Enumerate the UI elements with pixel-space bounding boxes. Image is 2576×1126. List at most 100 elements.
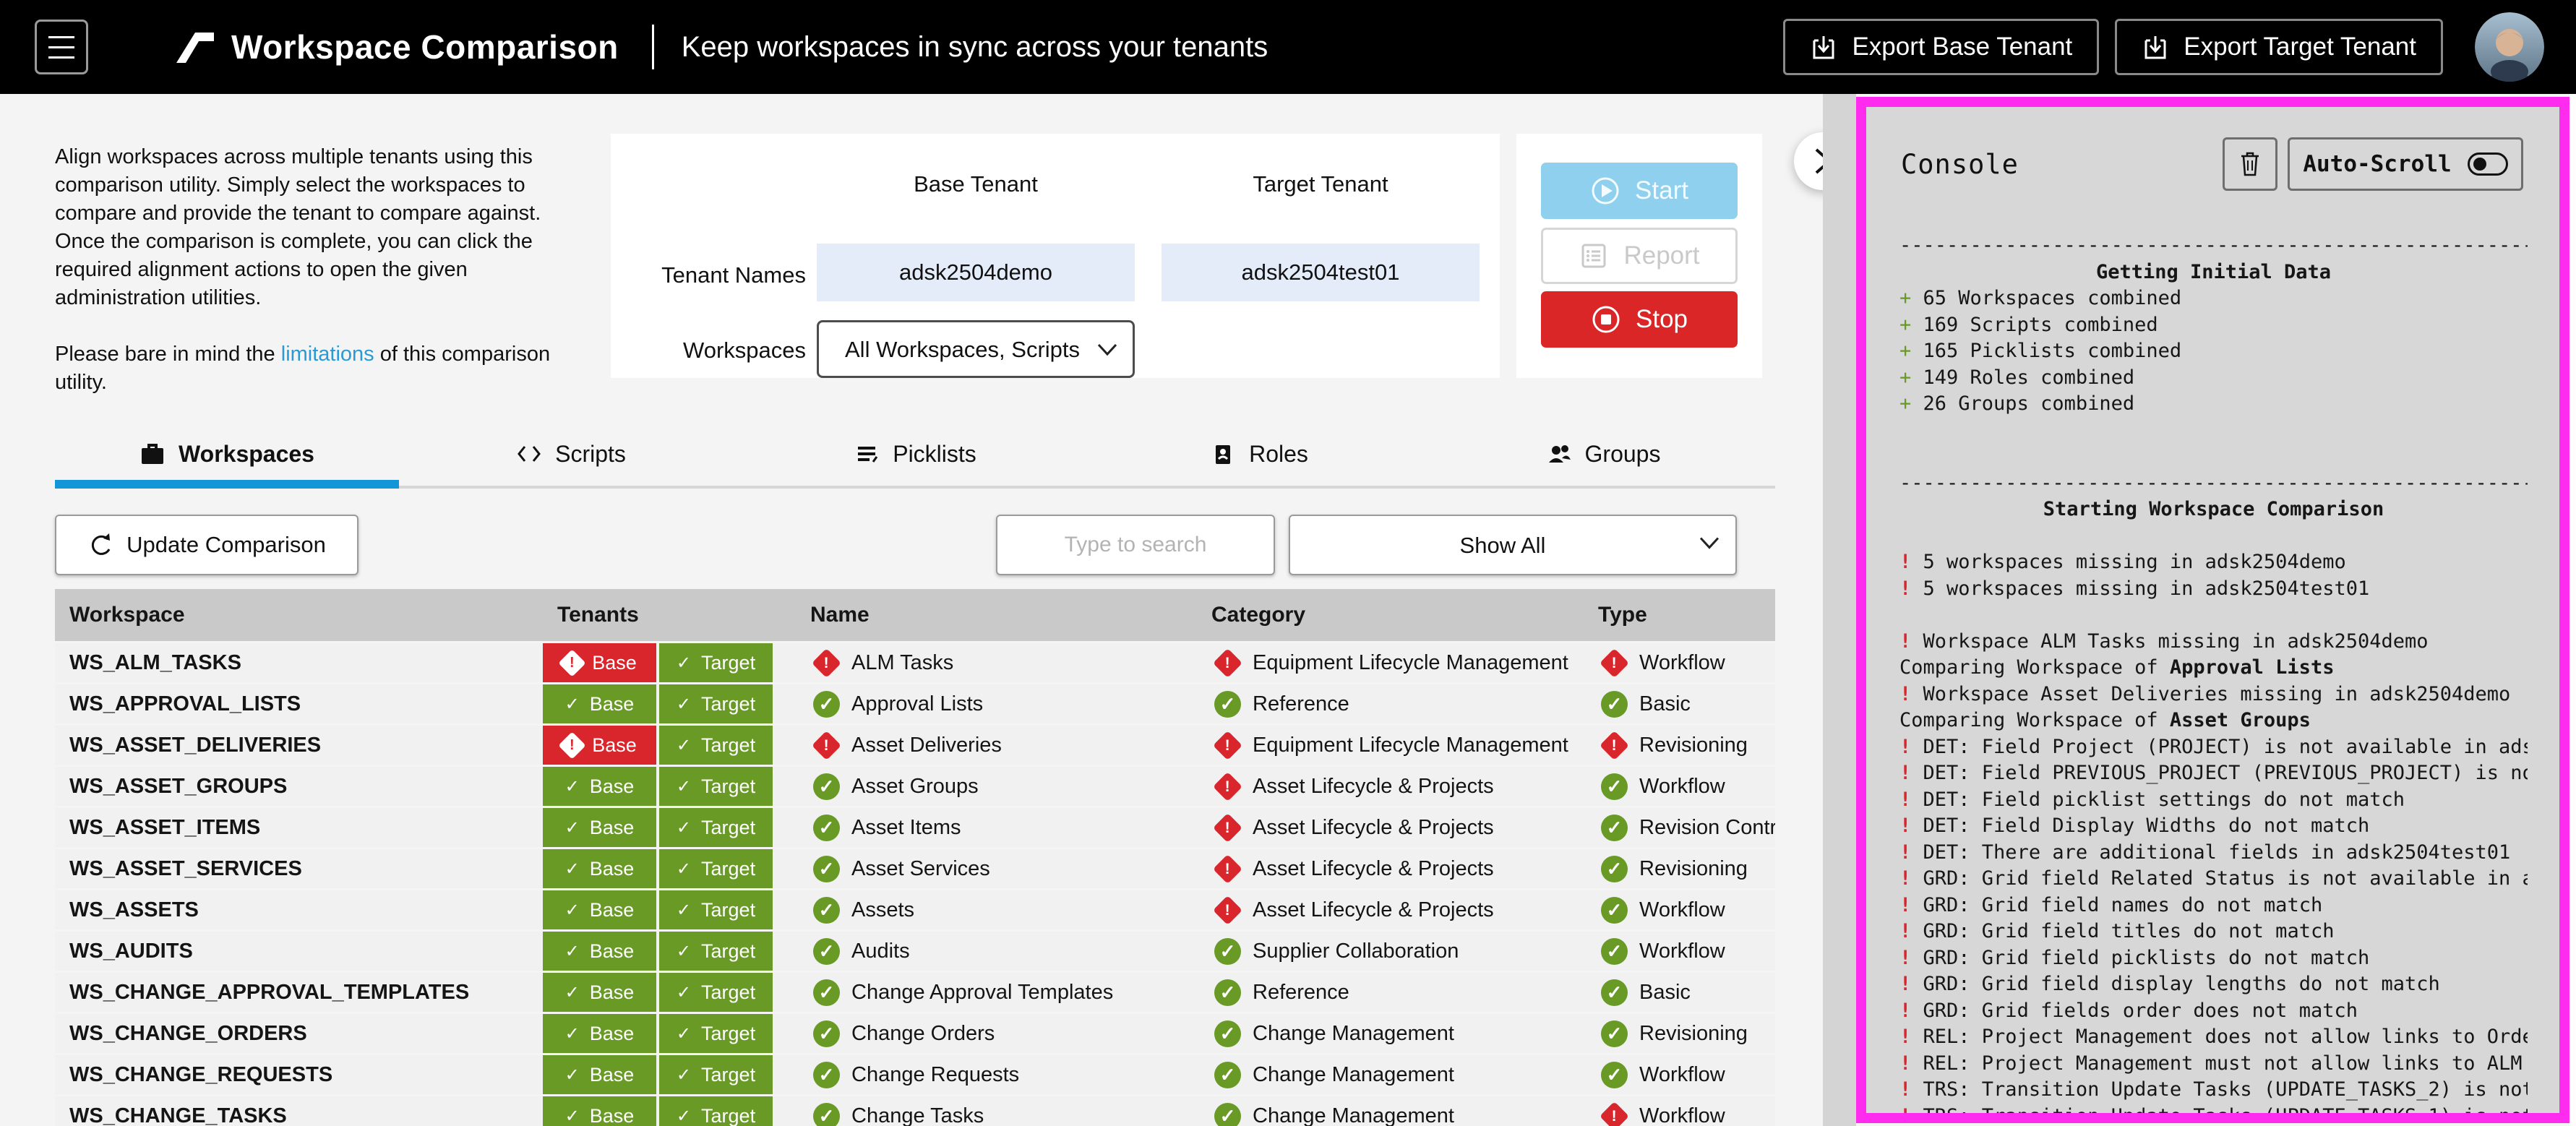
base-tenant-badge: !Base bbox=[543, 726, 656, 765]
stop-button[interactable]: Stop bbox=[1541, 291, 1738, 348]
table-row[interactable]: WS_ASSET_GROUPS✓Base✓Target✓Asset Groups… bbox=[55, 767, 1775, 806]
user-avatar[interactable] bbox=[2475, 12, 2544, 82]
app-subtitle: Keep workspaces in sync across your tena… bbox=[682, 31, 1268, 64]
console-panel: Console Auto-Scroll --------------------… bbox=[1856, 97, 2569, 1123]
active-tab-indicator bbox=[55, 480, 399, 489]
clear-console-button[interactable] bbox=[2223, 137, 2277, 191]
tab-picklists[interactable]: Picklists bbox=[743, 425, 1087, 483]
panel-gutter bbox=[1823, 94, 1856, 1126]
tab-workspaces[interactable]: Workspaces bbox=[55, 425, 399, 483]
table-row[interactable]: WS_ASSET_SERVICES✓Base✓Target✓Asset Serv… bbox=[55, 849, 1775, 888]
table-row[interactable]: WS_ALM_TASKS!Base✓Target!ALM Tasks!Equip… bbox=[55, 643, 1775, 682]
table-row[interactable]: WS_AUDITS✓Base✓Target✓Audits✓Supplier Co… bbox=[55, 932, 1775, 971]
table-row[interactable]: WS_CHANGE_REQUESTS✓Base✓Target✓Change Re… bbox=[55, 1055, 1775, 1094]
entity-tabs: Workspaces Scripts Picklists Roles Group… bbox=[55, 425, 1775, 483]
table-row[interactable]: WS_ASSET_DELIVERIES!Base✓Target!Asset De… bbox=[55, 726, 1775, 765]
tab-groups[interactable]: Groups bbox=[1431, 425, 1775, 483]
base-tenant-badge: ✓Base bbox=[543, 973, 656, 1012]
tenants-cell: ✓Base✓Target bbox=[543, 932, 796, 971]
table-row[interactable]: WS_APPROVAL_LISTS✓Base✓Target✓Approval L… bbox=[55, 684, 1775, 723]
export-target-tenant-button[interactable]: Export Target Tenant bbox=[2115, 19, 2443, 75]
console-line: ! GRD: Grid field titles do not match bbox=[1899, 919, 2528, 945]
export-base-tenant-button[interactable]: Export Base Tenant bbox=[1783, 19, 2099, 75]
status-ok-icon: ✓ bbox=[813, 856, 840, 882]
console-title: Console bbox=[1901, 149, 2019, 180]
console-line: + 65 Workspaces combined bbox=[1899, 285, 2528, 312]
table-row[interactable]: WS_CHANGE_APPROVAL_TEMPLATES✓Base✓Target… bbox=[55, 973, 1775, 1012]
hamburger-menu-button[interactable] bbox=[35, 20, 88, 74]
intro-paragraph: Align workspaces across multiple tenants… bbox=[55, 143, 565, 312]
target-tenant-badge: ✓Target bbox=[659, 808, 773, 847]
base-tenant-column-header: Base Tenant bbox=[817, 171, 1135, 197]
status-error-icon: ! bbox=[1213, 730, 1242, 760]
app-header: Workspace Comparison Keep workspaces in … bbox=[0, 0, 2576, 94]
table-row[interactable]: WS_ASSETS✓Base✓Target✓Assets!Asset Lifec… bbox=[55, 890, 1775, 929]
console-log[interactable]: ----------------------------------------… bbox=[1866, 233, 2559, 1123]
update-comparison-button[interactable]: Update Comparison bbox=[55, 515, 359, 575]
console-line: ! DET: Field PREVIOUS_PROJECT (PREVIOUS_… bbox=[1899, 760, 2528, 787]
target-tenant-input[interactable] bbox=[1162, 244, 1480, 301]
table-row[interactable]: WS_CHANGE_TASKS✓Base✓Target✓Change Tasks… bbox=[55, 1096, 1775, 1126]
trash-icon bbox=[2238, 150, 2262, 178]
console-line: Comparing Workspace of Asset Groups bbox=[1899, 708, 2528, 734]
workspace-id-cell: WS_CHANGE_APPROVAL_TEMPLATES bbox=[55, 973, 543, 1012]
console-line: ----------------------------------------… bbox=[1899, 233, 2528, 259]
column-header-category: Category bbox=[1197, 589, 1584, 641]
console-line: Starting Workspace Comparison bbox=[1899, 497, 2528, 523]
limitations-link[interactable]: limitations bbox=[281, 343, 374, 366]
briefcase-icon bbox=[139, 441, 166, 467]
base-tenant-input[interactable] bbox=[817, 244, 1135, 301]
name-cell: ✓Change Approval Templates bbox=[796, 973, 1197, 1012]
target-tenant-badge: ✓Target bbox=[659, 1096, 773, 1126]
tab-roles[interactable]: Roles bbox=[1087, 425, 1431, 483]
name-cell: ✓Change Tasks bbox=[796, 1096, 1197, 1126]
intro-text: Align workspaces across multiple tenants… bbox=[55, 143, 565, 397]
console-line bbox=[1899, 523, 2528, 550]
tenants-cell: ✓Base✓Target bbox=[543, 849, 796, 888]
target-tenant-badge: ✓Target bbox=[659, 643, 773, 682]
category-cell: !Equipment Lifecycle Management bbox=[1197, 643, 1584, 682]
workspace-id-cell: WS_ASSETS bbox=[55, 890, 543, 929]
target-tenant-badge: ✓Target bbox=[659, 1014, 773, 1053]
type-cell: ✓Revisioning bbox=[1584, 1014, 1775, 1053]
console-line: ! 5 workspaces missing in adsk2504demo bbox=[1899, 549, 2528, 576]
column-header-workspace: Workspace bbox=[55, 589, 543, 641]
filter-select[interactable]: Show All bbox=[1289, 515, 1737, 575]
run-actions-card: Start Report Stop bbox=[1516, 134, 1762, 378]
status-error-icon: ! bbox=[1600, 1101, 1629, 1126]
tab-scripts[interactable]: Scripts bbox=[399, 425, 743, 483]
name-cell: ✓Approval Lists bbox=[796, 684, 1197, 723]
console-line: + 169 Scripts combined bbox=[1899, 312, 2528, 339]
auto-scroll-toggle-button[interactable]: Auto-Scroll bbox=[2288, 137, 2523, 191]
workspace-id-cell: WS_ASSET_DELIVERIES bbox=[55, 726, 543, 765]
search-input[interactable] bbox=[996, 515, 1275, 575]
status-ok-icon: ✓ bbox=[813, 938, 840, 965]
base-tenant-badge: ✓Base bbox=[543, 932, 656, 971]
code-icon bbox=[516, 441, 542, 467]
tenants-cell: ✓Base✓Target bbox=[543, 808, 796, 847]
workspace-id-cell: WS_ASSET_GROUPS bbox=[55, 767, 543, 806]
console-line: ! GRD: Grid field picklists do not match bbox=[1899, 945, 2528, 972]
type-cell: ✓Revisioning bbox=[1584, 849, 1775, 888]
column-header-name: Name bbox=[796, 589, 1197, 641]
table-row[interactable]: WS_ASSET_ITEMS✓Base✓Target✓Asset Items!A… bbox=[55, 808, 1775, 847]
table-header-row: Workspace Tenants Name Category Type bbox=[55, 589, 1775, 641]
status-ok-icon: ✓ bbox=[1214, 1020, 1241, 1047]
name-cell: !Asset Deliveries bbox=[796, 726, 1197, 765]
start-button[interactable]: Start bbox=[1541, 163, 1738, 219]
target-tenant-badge: ✓Target bbox=[659, 973, 773, 1012]
name-cell: ✓Change Orders bbox=[796, 1014, 1197, 1053]
report-button[interactable]: Report bbox=[1541, 228, 1738, 284]
report-icon bbox=[1579, 241, 1609, 271]
status-ok-icon: ✓ bbox=[1601, 1020, 1628, 1047]
status-ok-icon: ✓ bbox=[813, 815, 840, 841]
name-cell: !ALM Tasks bbox=[796, 643, 1197, 682]
status-error-icon: ! bbox=[1213, 854, 1242, 883]
workspaces-select[interactable]: All Workspaces, Scripts etc. bbox=[817, 320, 1135, 378]
tenants-cell: !Base✓Target bbox=[543, 726, 796, 765]
name-cell: ✓Asset Items bbox=[796, 808, 1197, 847]
name-cell: ✓Asset Services bbox=[796, 849, 1197, 888]
table-row[interactable]: WS_CHANGE_ORDERS✓Base✓Target✓Change Orde… bbox=[55, 1014, 1775, 1053]
console-line bbox=[1899, 602, 2528, 629]
category-cell: ✓Change Management bbox=[1197, 1096, 1584, 1126]
